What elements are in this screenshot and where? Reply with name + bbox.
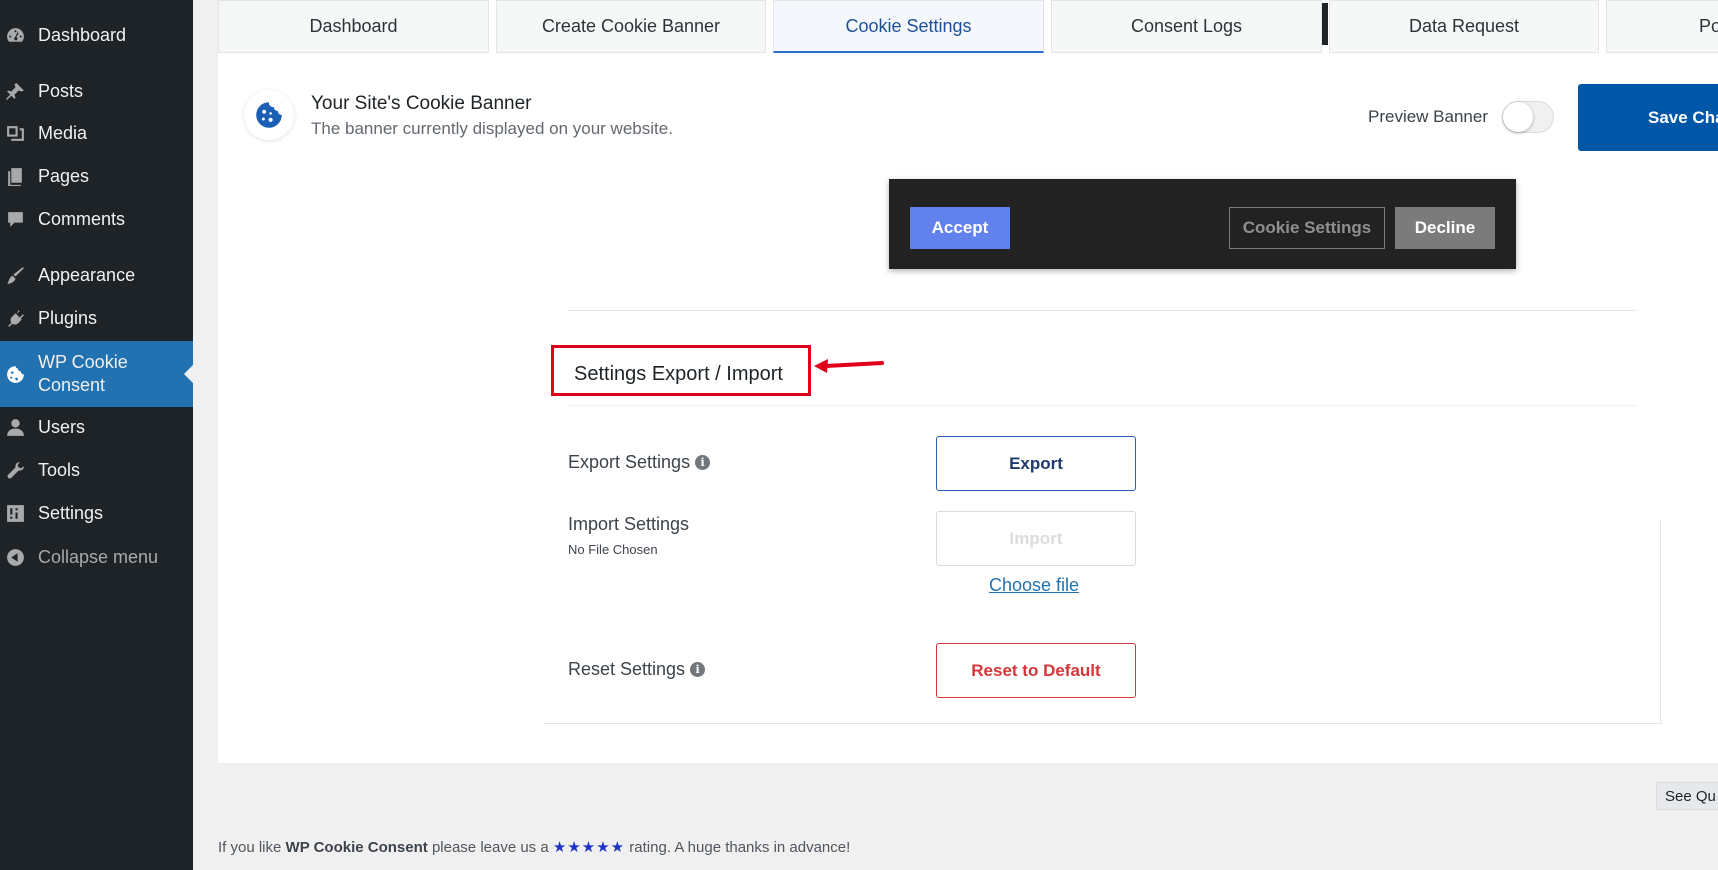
collapse-menu-button[interactable]: Collapse menu	[0, 537, 193, 577]
sidebar-item-label: Media	[38, 122, 88, 143]
card-border	[543, 723, 1663, 724]
footer-text: please leave us a	[427, 839, 553, 856]
sidebar-item-label: Collapse menu	[38, 546, 159, 567]
sidebar-item-posts[interactable]: Posts	[0, 71, 193, 111]
toggle-knob	[1503, 102, 1533, 132]
sidebar-item-label: WP Cookie Consent	[38, 352, 128, 395]
preview-banner-label: Preview Banner	[1368, 107, 1489, 126]
divider	[567, 405, 1637, 406]
info-icon[interactable]: i	[695, 455, 711, 470]
tab-data-request[interactable]: Data Request	[1329, 0, 1599, 53]
reset-to-default-button[interactable]: Reset to Default	[936, 643, 1136, 698]
plug-icon	[4, 307, 26, 329]
import-button[interactable]: Import	[936, 511, 1136, 566]
sidebar-item-comments[interactable]: Comments	[0, 199, 193, 239]
admin-footer: If you like WP Cookie Consent please lea…	[218, 838, 850, 856]
save-changes-button[interactable]: Save Cha	[1578, 84, 1718, 151]
banner-decline-button[interactable]: Decline	[1395, 207, 1495, 249]
pushpin-icon	[4, 80, 26, 102]
cookie-icon	[4, 363, 26, 385]
sidebar-item-dashboard[interactable]: Dashboard	[0, 15, 193, 55]
sidebar-item-label: Plugins	[38, 307, 98, 328]
see-quick-button[interactable]: See Qu	[1656, 782, 1718, 810]
section-title: Settings Export / Import	[574, 363, 783, 385]
cookie-banner-icon	[244, 90, 294, 140]
comment-icon	[4, 208, 26, 230]
pages-icon	[4, 165, 26, 187]
footer-text: If you like	[218, 839, 286, 856]
sidebar-item-label: Tools	[38, 459, 81, 480]
page-subtitle: The banner currently displayed on your w…	[311, 119, 673, 138]
banner-accept-button[interactable]: Accept	[910, 207, 1010, 249]
reset-settings-text: Reset Settings	[568, 659, 686, 679]
card-border	[1660, 520, 1661, 723]
sidebar-item-label: Settings	[38, 502, 104, 523]
info-icon[interactable]: i	[690, 662, 706, 677]
tab-cookie-settings[interactable]: Cookie Settings	[773, 0, 1044, 53]
footer-plugin-name: WP Cookie Consent	[285, 839, 428, 856]
sidebar-item-appearance[interactable]: Appearance	[0, 255, 193, 295]
sidebar-item-users[interactable]: Users	[0, 407, 193, 447]
sidebar-item-plugins[interactable]: Plugins	[0, 298, 193, 338]
divider	[567, 310, 1637, 311]
banner-cookie-settings-button[interactable]: Cookie Settings	[1229, 207, 1385, 249]
sidebar-item-media[interactable]: Media	[0, 113, 193, 153]
tab-policy[interactable]: Pol	[1606, 0, 1718, 53]
annotation-arrow-icon	[814, 359, 884, 373]
export-settings-label: Export Settings i	[568, 452, 711, 473]
user-icon	[4, 416, 26, 438]
export-settings-text: Export Settings	[568, 452, 691, 472]
sidebar-item-wp-cookie-consent[interactable]: WP Cookie Consent	[0, 341, 193, 407]
collapse-icon	[4, 546, 26, 568]
wrench-icon	[4, 459, 26, 481]
tab-divider	[1322, 3, 1328, 45]
tab-consent-logs[interactable]: Consent Logs	[1051, 0, 1322, 53]
import-settings-label: Import Settings	[568, 514, 690, 534]
sidebar-item-label: Users	[38, 416, 86, 437]
sidebar-item-tools[interactable]: Tools	[0, 450, 193, 490]
sidebar-item-label: Comments	[38, 208, 126, 229]
paintbrush-icon	[4, 264, 26, 286]
choose-file-link[interactable]: Choose file	[989, 575, 1079, 596]
tab-create-cookie-banner[interactable]: Create Cookie Banner	[496, 0, 766, 53]
tab-dashboard[interactable]: Dashboard	[218, 0, 489, 53]
dashboard-icon	[4, 24, 26, 46]
sliders-icon	[4, 502, 26, 524]
sidebar-item-label: Dashboard	[38, 24, 127, 45]
sidebar-item-pages[interactable]: Pages	[0, 156, 193, 196]
sidebar-item-label: Appearance	[38, 264, 136, 285]
no-file-chosen-text: No File Chosen	[568, 542, 658, 557]
admin-sidebar: Dashboard Posts Media Pages Comments App…	[0, 0, 193, 870]
sidebar-item-settings[interactable]: Settings	[0, 493, 193, 533]
page-title: Your Site's Cookie Banner	[311, 93, 532, 114]
reset-settings-label: Reset Settings i	[568, 659, 706, 680]
footer-text: rating. A huge thanks in advance!	[625, 839, 851, 856]
sidebar-item-label: Posts	[38, 80, 84, 101]
export-button[interactable]: Export	[936, 436, 1136, 491]
sidebar-item-label: Pages	[38, 165, 90, 186]
media-icon	[4, 122, 26, 144]
rating-stars-link[interactable]: ★★★★★	[553, 839, 625, 856]
